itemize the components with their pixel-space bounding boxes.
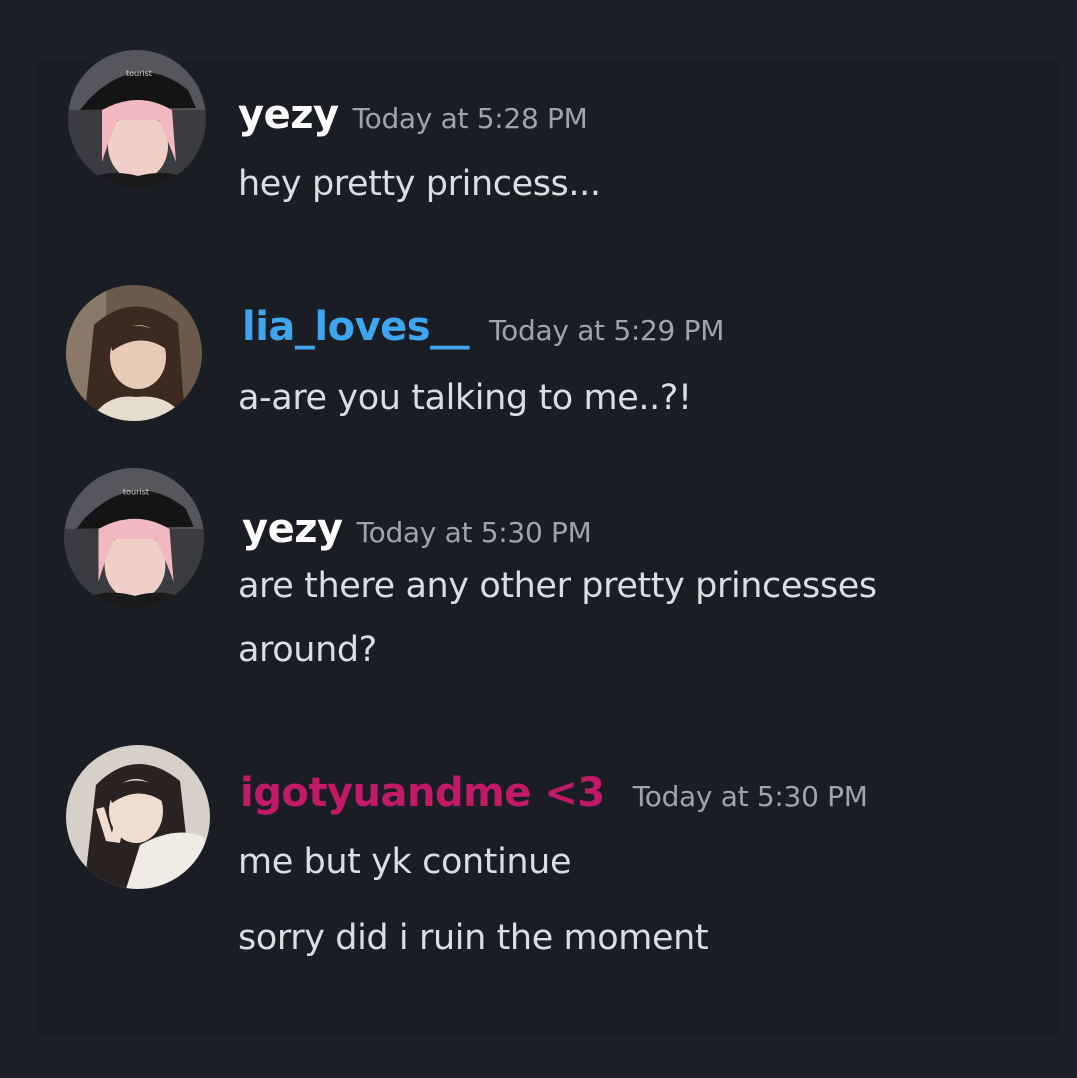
username[interactable]: yezy	[238, 92, 339, 138]
avatar[interactable]	[66, 745, 210, 889]
timestamp: Today at 5:29 PM	[489, 314, 725, 347]
username[interactable]: lia_loves__	[242, 304, 470, 350]
message-text: hey pretty princess...	[238, 164, 601, 204]
pink-hair-bucket-hat-icon: tourist	[68, 50, 206, 188]
message-text: around?	[238, 630, 377, 670]
message-text: me but yk continue	[238, 842, 572, 882]
message-text: are there any other pretty princesses	[238, 566, 877, 606]
username[interactable]: igotyuandme <3	[240, 770, 605, 816]
pink-hair-bucket-hat-icon: tourist	[64, 468, 204, 608]
svg-text:tourist: tourist	[123, 486, 149, 496]
timestamp: Today at 5:30 PM	[356, 516, 592, 549]
avatar[interactable]: tourist	[64, 468, 204, 608]
svg-text:tourist: tourist	[126, 69, 152, 78]
brown-braided-hair-icon	[66, 285, 202, 421]
timestamp: Today at 5:30 PM	[632, 780, 868, 813]
timestamp: Today at 5:28 PM	[352, 102, 588, 135]
message-text: sorry did i ruin the moment	[238, 918, 709, 958]
long-dark-hair-peace-sign-icon	[66, 745, 210, 889]
message-text: a-are you talking to me..?!	[238, 378, 692, 418]
username[interactable]: yezy	[242, 506, 343, 552]
avatar[interactable]: tourist	[68, 50, 206, 188]
avatar[interactable]	[66, 285, 202, 421]
